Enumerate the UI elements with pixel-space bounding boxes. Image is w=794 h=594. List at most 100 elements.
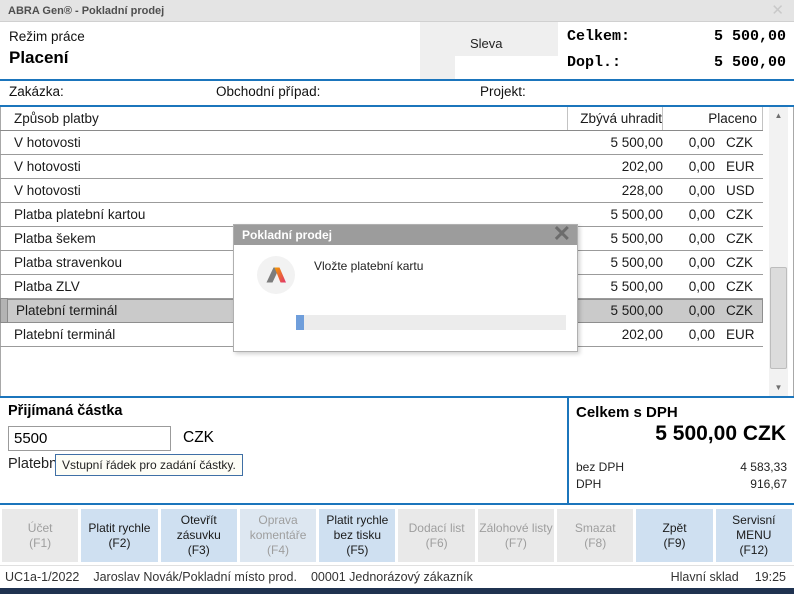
table-header: Způsob platby Zbývá uhradit Placeno — [0, 107, 763, 131]
table-row[interactable]: V hotovosti 5 500,00 0,00 CZK — [0, 131, 763, 155]
dialog-body: Vložte platební kartu — [234, 245, 577, 351]
status-left: UC1a-1/2022 Jaroslav Novák/Pokladní míst… — [5, 570, 473, 584]
cell-remaining: 202,00 — [567, 159, 663, 174]
cell-currency: EUR — [715, 327, 763, 342]
col-method: Způsob platby — [0, 111, 567, 126]
button-platit-rychle-f2[interactable]: Platit rychle (F2) — [81, 509, 157, 562]
button-key: (F4) — [267, 543, 289, 558]
status-document: UC1a-1/2022 — [5, 570, 79, 584]
discount-zone: Sleva — [420, 22, 558, 79]
total-row: Celkem: 5 500,00 — [558, 24, 794, 50]
button-key: (F8) — [584, 536, 606, 551]
button-label: Servisní MENU — [716, 513, 792, 543]
cell-method: V hotovosti — [0, 159, 567, 174]
scrollbar-thumb[interactable] — [770, 267, 787, 369]
window-title: ABRA Gen® - Pokladní prodej — [8, 0, 164, 22]
bottom-navy-strip — [0, 588, 794, 594]
button-platit-rychle-bez-tisku-f5[interactable]: Platit rychle bez tisku (F5) — [319, 509, 395, 562]
cell-remaining: 228,00 — [567, 183, 663, 198]
button-key: (F1) — [29, 536, 51, 551]
button-key: (F6) — [426, 536, 448, 551]
vat-row: DPH 916,67 — [576, 477, 787, 491]
table-row[interactable]: V hotovosti 202,00 0,00 EUR — [0, 155, 763, 179]
cell-method: Platba platební kartou — [0, 207, 567, 222]
window-titlebar: ABRA Gen® - Pokladní prodej ✕ — [0, 0, 794, 22]
dialog-progress-fill — [296, 315, 304, 330]
status-cashier: Jaroslav Novák/Pokladní místo prod. — [93, 570, 297, 584]
cell-paid: 0,00 — [663, 159, 715, 174]
cell-currency: CZK — [715, 135, 763, 150]
button-ucet-f1: Účet (F1) — [2, 509, 78, 562]
amount-input[interactable] — [8, 426, 171, 451]
function-button-bar: Účet (F1) Platit rychle (F2) Otevřít zás… — [0, 505, 794, 565]
scroll-down-icon[interactable]: ▼ — [769, 379, 788, 396]
button-label: Platit rychle — [88, 521, 150, 536]
table-scrollbar[interactable]: ▲ ▼ — [769, 107, 788, 396]
status-time: 19:25 — [755, 570, 786, 584]
reference-row: Zakázka: Obchodní případ: Projekt: — [0, 81, 794, 105]
button-oprava-komentare-f4: Oprava komentáře (F4) — [240, 509, 316, 562]
cell-method: V hotovosti — [0, 135, 567, 150]
covered-method-label: Platebn — [8, 456, 57, 472]
window-close-icon[interactable]: ✕ — [771, 0, 784, 22]
status-right: Hlavní sklad 19:25 — [671, 570, 786, 584]
button-label: Otevřít zásuvku — [161, 513, 237, 543]
without-vat-label: bez DPH — [576, 460, 624, 474]
cell-currency: CZK — [715, 255, 763, 270]
cell-paid: 0,00 — [663, 135, 715, 150]
cell-currency: CZK — [715, 207, 763, 222]
button-servisni-menu-f12[interactable]: Servisní MENU (F12) — [716, 509, 792, 562]
cell-currency: CZK — [715, 231, 763, 246]
button-smazat-f8: Smazat (F8) — [557, 509, 633, 562]
vat-value: 916,67 — [750, 477, 787, 491]
cell-paid: 0,00 — [663, 327, 715, 342]
button-label: Platit rychle bez tisku — [319, 513, 395, 543]
table-row[interactable]: V hotovosti 228,00 0,00 USD — [0, 179, 763, 203]
button-zalohove-listy-f7: Zálohové listy (F7) — [478, 509, 554, 562]
status-customer: 00001 Jednorázový zákazník — [311, 570, 473, 584]
cell-paid: 0,00 — [663, 183, 715, 198]
cell-remaining: 5 500,00 — [567, 303, 663, 318]
business-case-label: Obchodní případ: — [216, 84, 320, 99]
work-mode-value: Placení — [9, 48, 69, 68]
button-otevrit-zasuvku-f3[interactable]: Otevřít zásuvku (F3) — [161, 509, 237, 562]
total-with-vat-label: Celkem s DPH — [576, 404, 678, 421]
cell-currency: CZK — [715, 303, 763, 318]
cell-remaining: 5 500,00 — [567, 207, 663, 222]
order-label: Zakázka: — [9, 84, 64, 99]
dialog-progressbar — [296, 315, 566, 330]
button-dodaci-list-f6: Dodací list (F6) — [398, 509, 474, 562]
button-key: (F9) — [664, 536, 686, 551]
cell-paid: 0,00 — [663, 231, 715, 246]
button-label: Zpět — [663, 521, 687, 536]
total-label: Celkem: — [567, 24, 630, 50]
cell-currency: CZK — [715, 279, 763, 294]
dialog-title: Pokladní prodej — [242, 225, 332, 245]
cell-paid: 0,00 — [663, 279, 715, 294]
pos-window: ABRA Gen® - Pokladní prodej ✕ Režim prác… — [0, 0, 794, 594]
payment-terminal-dialog: Pokladní prodej ✕ Vložte platební kartu — [233, 224, 578, 352]
cell-currency: USD — [715, 183, 763, 198]
dialog-message: Vložte platební kartu — [314, 259, 423, 273]
input-tooltip: Vstupní řádek pro zadání částky. — [55, 454, 243, 476]
cell-paid: 0,00 — [663, 255, 715, 270]
remainder-value: 5 500,00 — [714, 50, 786, 76]
button-label: Oprava komentáře — [240, 513, 316, 543]
work-mode-label: Režim práce — [9, 29, 85, 44]
cell-remaining: 202,00 — [567, 327, 663, 342]
col-paid: Placeno — [663, 107, 763, 130]
vat-label: DPH — [576, 477, 601, 491]
total-value: 5 500,00 — [714, 24, 786, 50]
button-label: Smazat — [575, 521, 616, 536]
button-label: Zálohové listy — [479, 521, 552, 536]
cell-paid: 0,00 — [663, 303, 715, 318]
bottom-panel: Přijímaná částka CZK Platebn Vstupní řád… — [0, 398, 794, 503]
discount-field[interactable] — [455, 56, 558, 79]
remainder-row: Dopl.: 5 500,00 — [558, 50, 794, 76]
remainder-label: Dopl.: — [567, 50, 621, 76]
cell-remaining: 5 500,00 — [567, 231, 663, 246]
scroll-up-icon[interactable]: ▲ — [769, 107, 788, 124]
button-zpet-f9[interactable]: Zpět (F9) — [636, 509, 712, 562]
cell-remaining: 5 500,00 — [567, 279, 663, 294]
dialog-close-icon[interactable]: ✕ — [553, 221, 571, 247]
